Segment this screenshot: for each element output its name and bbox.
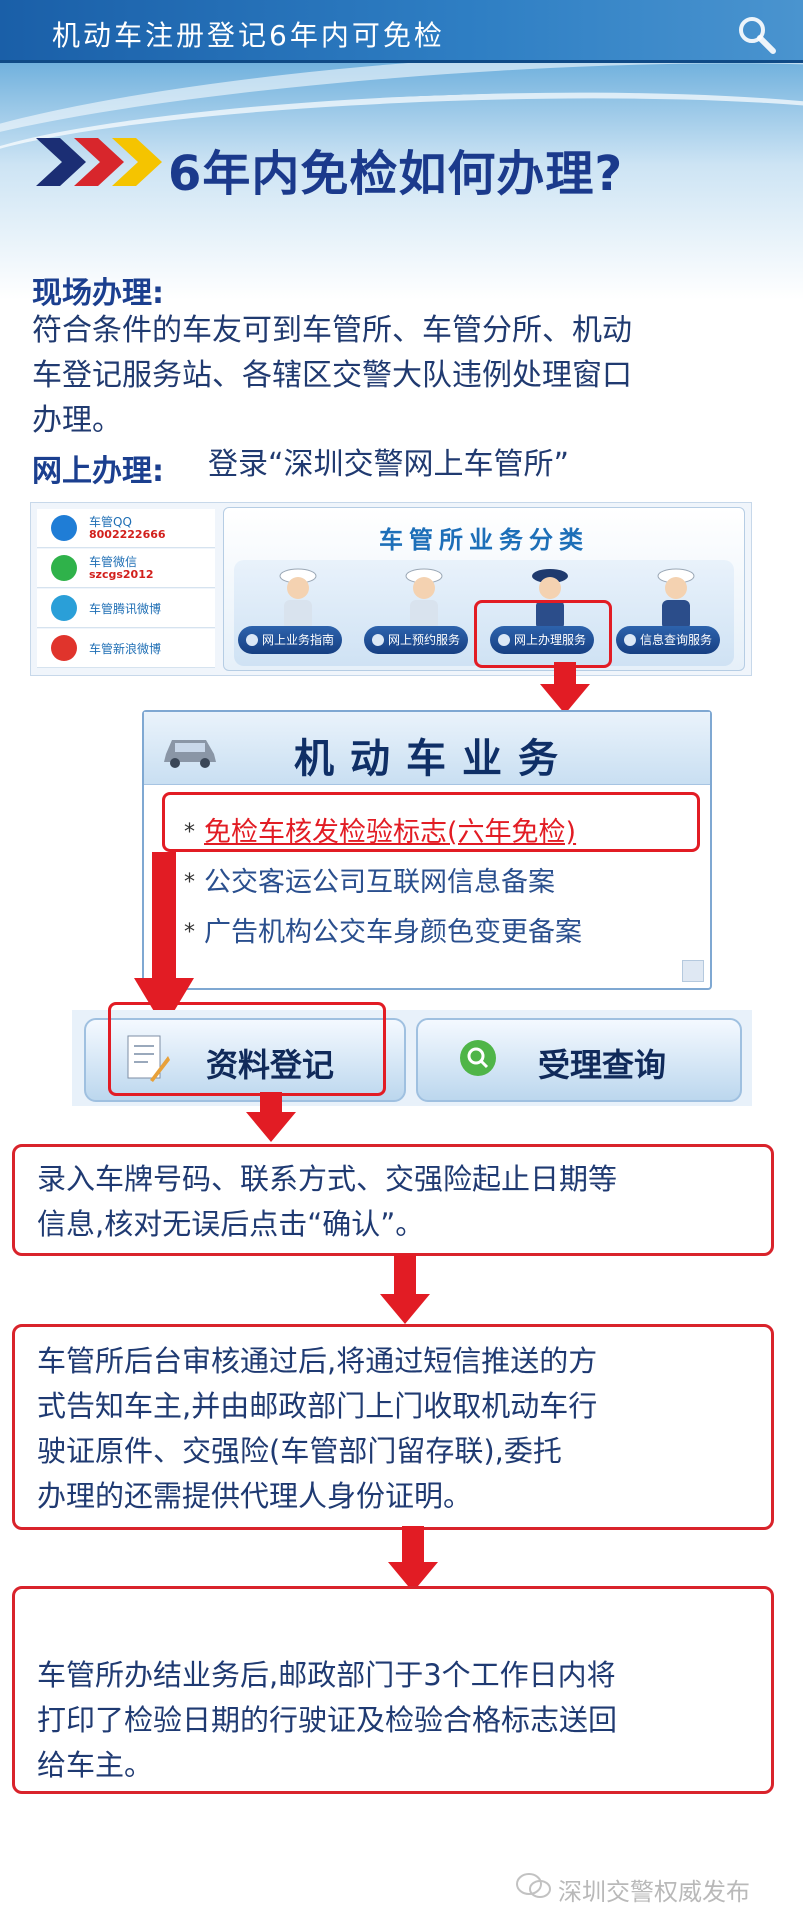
tencent-weibo-icon <box>51 595 77 621</box>
onsite-line: 符合条件的车友可到车管所、车管分所、机动 <box>32 313 632 348</box>
sidebar-item-sina-weibo[interactable]: 车管新浪微博 <box>37 629 215 668</box>
motor-vehicle-header: 机动车业务 <box>144 712 710 785</box>
step-line: 驶证原件、交强险(车管部门留存联),委托 <box>37 1434 562 1468</box>
highlight-box <box>474 600 612 668</box>
footer-watermark: 深圳交警权威发布 <box>558 1878 750 1906</box>
step-text: 车管所办结业务后,邮政部门于3个工作日内将 打印了检验日期的行驶证及检验合格标志… <box>37 1653 753 1788</box>
highlight-box <box>108 1002 386 1096</box>
sidebar-item-sub: 8002222666 <box>89 528 166 541</box>
down-arrow-icon <box>540 662 590 714</box>
wechat-icon <box>51 555 77 581</box>
ad-color-filing-item-link[interactable]: 广告机构公交车身颜色变更备案 <box>204 910 582 949</box>
main-question-heading: 6年内免检如何办理? <box>168 146 624 202</box>
chevron-arrows-icon <box>36 138 162 186</box>
top-bar: 机动车注册登记6年内可免检 <box>0 0 803 63</box>
bus-filing-item-link[interactable]: 公交客运公司互联网信息备案 <box>204 860 555 899</box>
sidebar-item-label: 车管腾讯微博 <box>89 602 162 616</box>
step-text: 车管所后台审核通过后,将通过短信推送的方 式告知车主,并由邮政部门上门收取机动车… <box>37 1339 753 1519</box>
qq-icon <box>51 515 77 541</box>
wechat-icon <box>516 1873 551 1898</box>
step-line: 打印了检验日期的行驶证及检验合格标志送回 <box>37 1703 618 1737</box>
query-label: 受理查询 <box>538 1046 667 1084</box>
step-line: 信息,核对无误后点击“确认”。 <box>37 1207 425 1241</box>
step-line: 办理的还需提供代理人身份证明。 <box>37 1479 473 1513</box>
step-line: 录入车牌号码、联系方式、交强险起止日期等 <box>37 1162 618 1196</box>
motor-vehicle-title: 机动车业务 <box>294 736 574 782</box>
step-text: 录入车牌号码、联系方式、交强险起止日期等 信息,核对无误后点击“确认”。 <box>37 1157 753 1247</box>
query-button[interactable]: 受理查询 <box>416 1018 742 1102</box>
sidebar-item-wechat[interactable]: 车管微信 szcgs2012 <box>37 549 215 588</box>
sina-weibo-icon <box>51 635 77 661</box>
down-arrow-icon <box>380 1254 430 1324</box>
step-box-2: 车管所后台审核通过后,将通过短信推送的方 式告知车主,并由邮政部门上门收取机动车… <box>12 1324 774 1530</box>
online-text: 登录“深圳交警网上车管所” <box>208 447 570 482</box>
category-title: 车管所业务分类 <box>379 526 589 554</box>
sidebar-item-sub: szcgs2012 <box>89 568 154 581</box>
onsite-line: 车登记服务站、各辖区交警大队违例处理窗口 <box>32 358 632 393</box>
search-icon[interactable] <box>736 14 776 54</box>
down-arrow-icon <box>246 1092 296 1142</box>
service-query-button[interactable]: 信息查询服务 <box>616 626 721 654</box>
service-booking-button[interactable]: 网上预约服务 <box>364 626 469 654</box>
onsite-label: 现场办理: <box>32 276 164 311</box>
step-line: 式告知车主,并由邮政部门上门收取机动车行 <box>37 1389 598 1423</box>
step-line: 车管所办结业务后,邮政部门于3个工作日内将 <box>37 1658 616 1692</box>
page-title: 机动车注册登记6年内可免检 <box>52 19 445 52</box>
website-screenshot-panel: 车管QQ 8002222666 车管微信 szcgs2012 车管腾讯微博 车管… <box>30 502 752 676</box>
onsite-line: 办理。 <box>32 403 122 438</box>
down-arrow-icon <box>388 1526 438 1592</box>
step-line: 车管所后台审核通过后,将通过短信推送的方 <box>37 1344 598 1378</box>
search-icon <box>460 1040 496 1076</box>
highlight-box <box>162 792 700 852</box>
step-box-3: 车管所办结业务后,邮政部门于3个工作日内将 打印了检验日期的行驶证及检验合格标志… <box>12 1586 774 1794</box>
car-icon <box>164 740 216 768</box>
scrollbar-down[interactable] <box>682 960 704 982</box>
onsite-paragraph: 符合条件的车友可到车管所、车管分所、机动 车登记服务站、各辖区交警大队违例处理窗… <box>32 308 632 443</box>
sidebar-item-tencent-weibo[interactable]: 车管腾讯微博 <box>37 589 215 628</box>
step-box-1: 录入车牌号码、联系方式、交强险起止日期等 信息,核对无误后点击“确认”。 <box>12 1144 774 1256</box>
sidebar-item-label: 车管新浪微博 <box>89 642 162 656</box>
online-label: 网上办理: <box>32 454 164 489</box>
sidebar-item-qq[interactable]: 车管QQ 8002222666 <box>37 509 215 548</box>
step-line: 给车主。 <box>37 1748 154 1782</box>
service-guide-button[interactable]: 网上业务指南 <box>238 626 343 654</box>
